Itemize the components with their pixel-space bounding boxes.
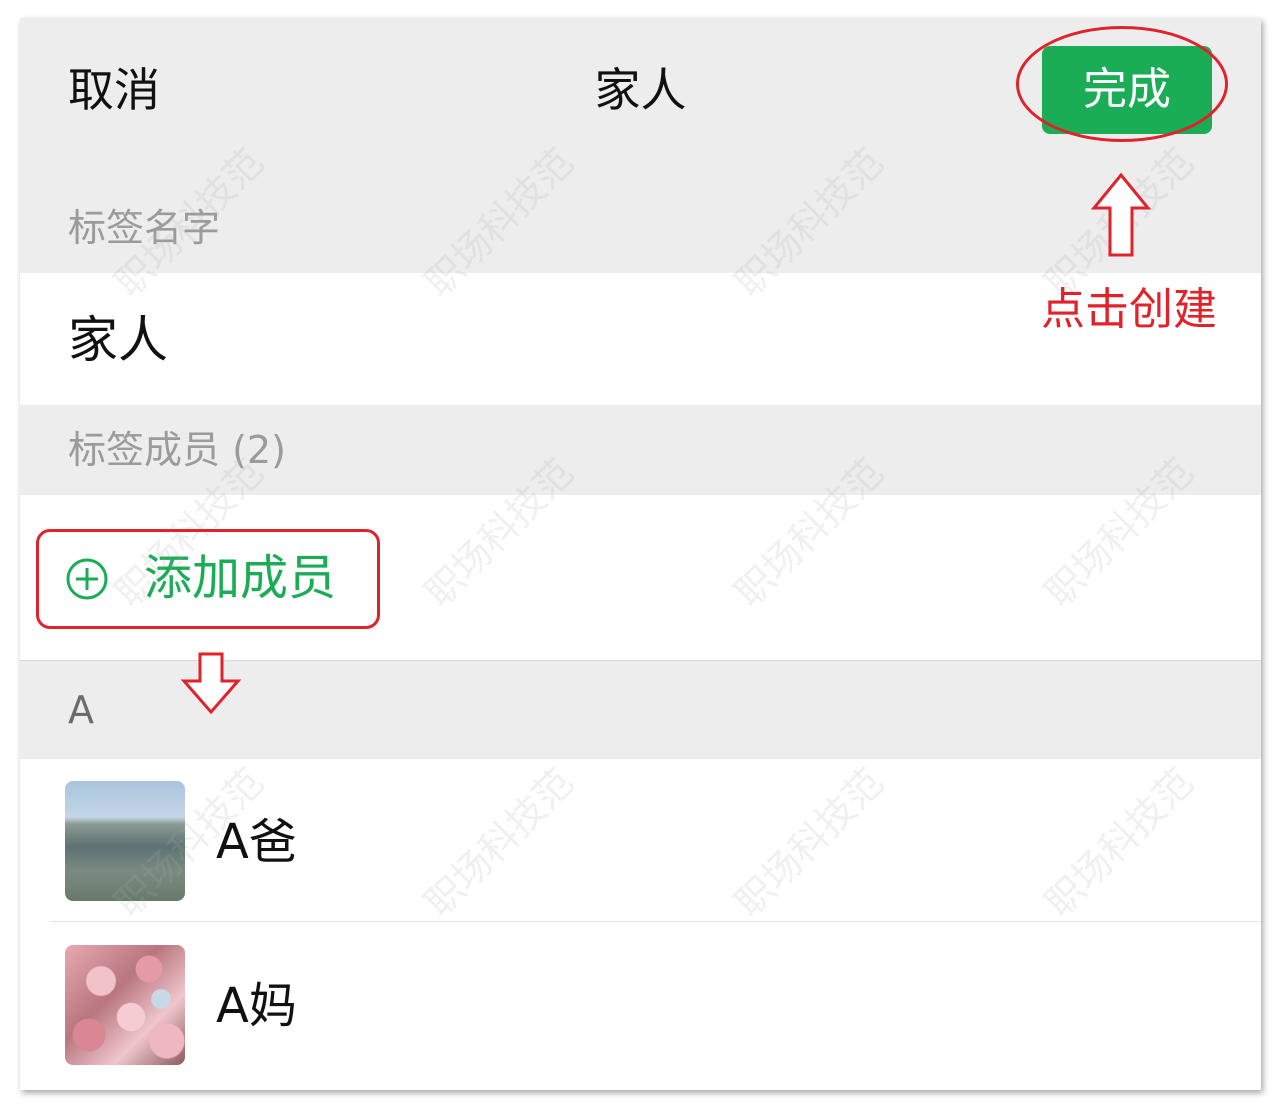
contact-name: A爸: [216, 814, 297, 870]
members-section-label: 标签成员 (2): [68, 428, 286, 472]
avatar: [65, 781, 185, 901]
tag-name-value[interactable]: 家人: [68, 309, 168, 371]
contact-row[interactable]: A妈: [20, 923, 1261, 1086]
contact-row[interactable]: A爸: [20, 759, 1261, 922]
annotation-text: 点击创建: [1041, 284, 1217, 335]
tag-name-section-label: 标签名字: [68, 206, 221, 250]
row-divider: [50, 921, 1261, 922]
down-arrow-icon: [180, 652, 242, 715]
up-arrow-icon: [1090, 172, 1152, 257]
contact-name: A妈: [216, 978, 297, 1034]
avatar: [65, 945, 185, 1065]
members-section-header: 标签成员 (2): [20, 405, 1261, 495]
done-highlight-ellipse: [1016, 26, 1228, 142]
add-member-highlight: [36, 529, 380, 629]
index-letter: A: [68, 688, 94, 732]
